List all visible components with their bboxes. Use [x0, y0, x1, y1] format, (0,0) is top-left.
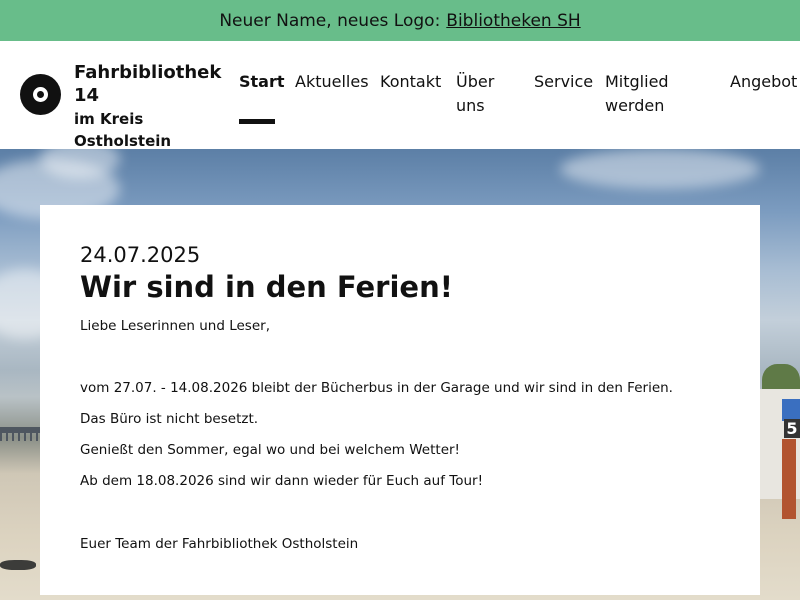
nav-item-label: Service	[534, 72, 594, 91]
brand-name-line1: Fahrbibliothek	[74, 62, 222, 83]
logo-icon[interactable]	[20, 74, 61, 115]
article-paragraph: Liebe Leserinnen und Leser,	[80, 318, 270, 334]
nav-item-label-line1: Mitglied	[605, 72, 669, 91]
cloud	[560, 149, 760, 189]
nav-item-label: Angebot	[730, 72, 798, 91]
announcement-text: Neuer Name, neues Logo:	[219, 10, 441, 31]
article-title: Wir sind in den Ferien!	[80, 270, 453, 304]
nav-item-kontakt[interactable]: Kontakt	[380, 70, 441, 94]
active-indicator	[239, 119, 275, 124]
nav-item-label-line2: werden	[605, 96, 665, 115]
article-paragraph: Das Büro ist nicht besetzt.	[80, 411, 259, 427]
article-date: 24.07.2025	[80, 243, 201, 267]
site-header: Fahrbibliothek 14 im Kreis Ostholstein S…	[0, 41, 800, 152]
stone	[0, 560, 36, 570]
nav-item-aktuelles[interactable]: Aktuelles	[295, 70, 369, 94]
beach-chair: 5	[760, 379, 800, 519]
article-paragraph: Genießt den Sommer, egal wo und bei welc…	[80, 442, 460, 458]
article-paragraph: vom 27.07. - 14.08.2026 bleibt der Büche…	[80, 380, 673, 396]
nav-item-label: Kontakt	[380, 72, 442, 91]
nav-item-start[interactable]: Start	[239, 70, 285, 124]
brand-name-line2: 14	[74, 85, 100, 106]
nav-item-mitglied-werden[interactable]: Mitglied werden	[605, 70, 669, 118]
pier-posts	[0, 433, 40, 441]
nav-item-label-line2: uns	[456, 96, 485, 115]
announcement-link[interactable]: Bibliotheken SH	[446, 11, 580, 31]
article-paragraph: Ab dem 18.08.2026 sind wir dann wieder f…	[80, 473, 484, 489]
nav-item-label: Start	[239, 72, 285, 91]
nav-item-service[interactable]: Service	[534, 70, 593, 94]
beach-chair-number: 5	[784, 419, 800, 438]
nav-item-angebot[interactable]: Angebot	[730, 70, 797, 94]
nav-item-ueber-uns[interactable]: Über uns	[456, 70, 494, 118]
article-signature: Euer Team der Fahrbibliothek Ostholstein	[80, 536, 359, 552]
nav-item-label: Aktuelles	[295, 72, 369, 91]
announcement-bar: Neuer Name, neues Logo: Bibliotheken SH	[0, 0, 800, 41]
brand[interactable]: Fahrbibliothek 14 im Kreis Ostholstein	[74, 61, 234, 152]
brand-subtitle: im Kreis Ostholstein	[74, 110, 172, 150]
article-card: 24.07.2025 Wir sind in den Ferien! Liebe…	[40, 205, 760, 595]
nav-item-label-line1: Über	[456, 72, 495, 91]
